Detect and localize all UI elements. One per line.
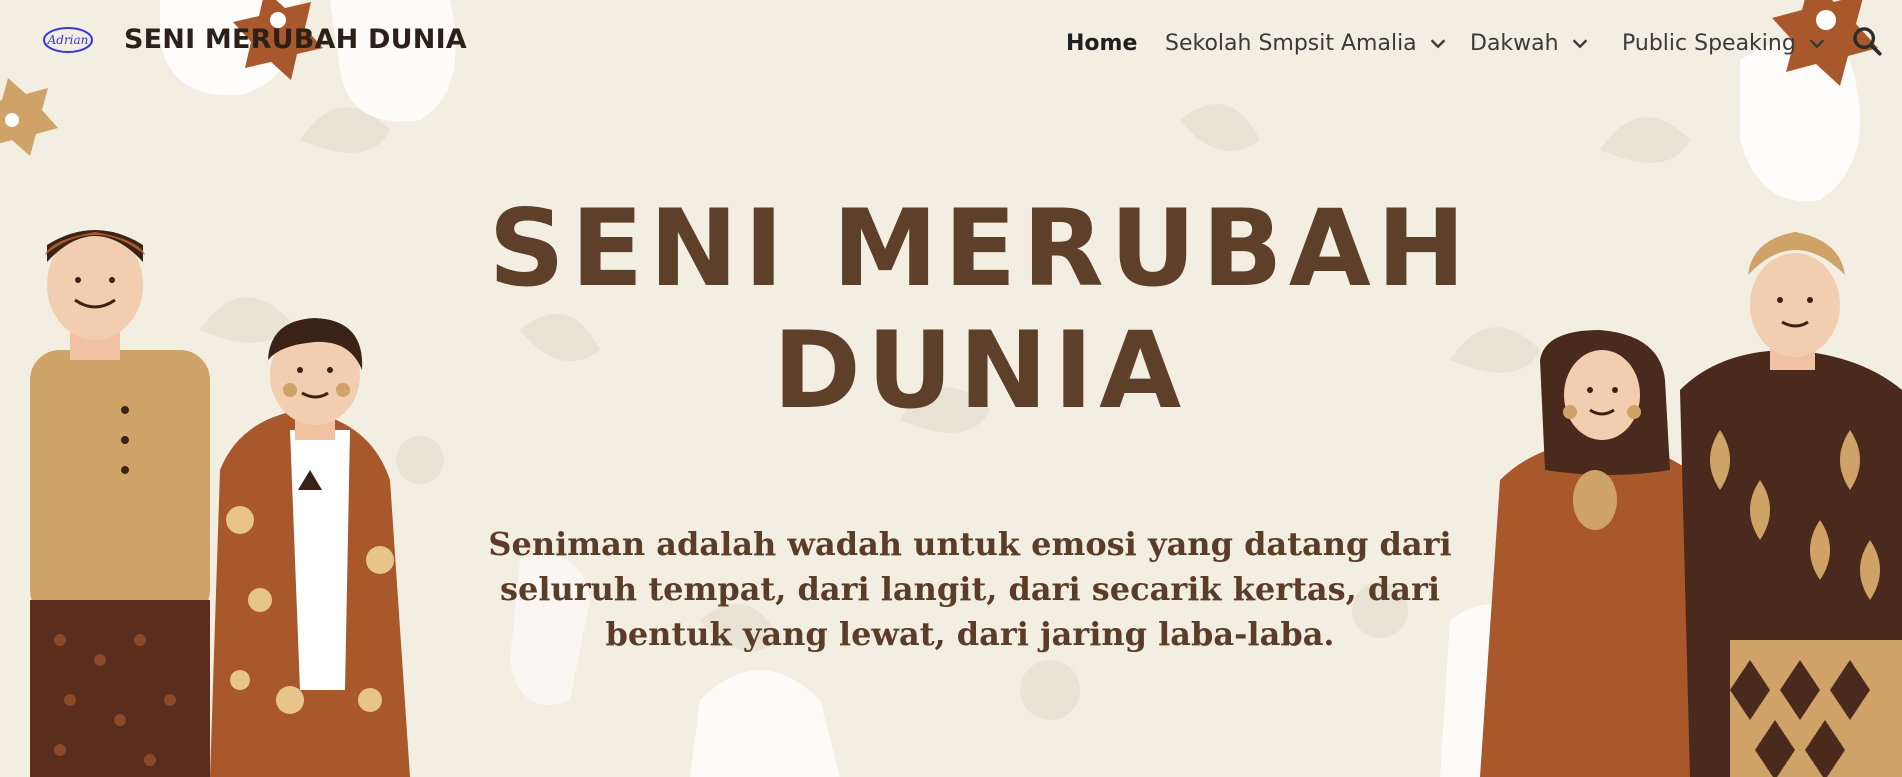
top-navigation-bar: Adrian SENI MERUBAH DUNIA Home Sekolah S… <box>0 0 1902 86</box>
hero-section: Adrian SENI MERUBAH DUNIA Home Sekolah S… <box>0 0 1902 777</box>
chevron-down-icon <box>1572 39 1587 49</box>
nav-item-sekolah-smpsit-amalia[interactable]: Sekolah Smpsit Amalia <box>1165 26 1449 60</box>
chevron-down-icon <box>1809 39 1825 49</box>
nav-item-label: Public Speaking <box>1622 30 1796 56</box>
nav-item-label: Home <box>1066 30 1138 56</box>
hero-headline: SENI MERUBAH DUNIA <box>488 187 1472 432</box>
site-logo[interactable]: Adrian <box>42 22 94 58</box>
nav-item-label: Sekolah Smpsit Amalia <box>1165 30 1417 56</box>
hero-quote: Seniman adalah wadah untuk emosi yang da… <box>488 525 1452 653</box>
search-icon[interactable] <box>1850 24 1884 58</box>
logo-text: Adrian <box>47 33 89 47</box>
chevron-down-icon <box>1430 39 1445 49</box>
nav-item-dakwah[interactable]: Dakwah <box>1470 26 1591 60</box>
nav-item-public-speaking[interactable]: Public Speaking <box>1622 26 1828 60</box>
nav-item-label: Dakwah <box>1470 30 1559 56</box>
site-title[interactable]: SENI MERUBAH DUNIA <box>124 24 467 55</box>
nav-item-home[interactable]: Home <box>1066 26 1137 60</box>
